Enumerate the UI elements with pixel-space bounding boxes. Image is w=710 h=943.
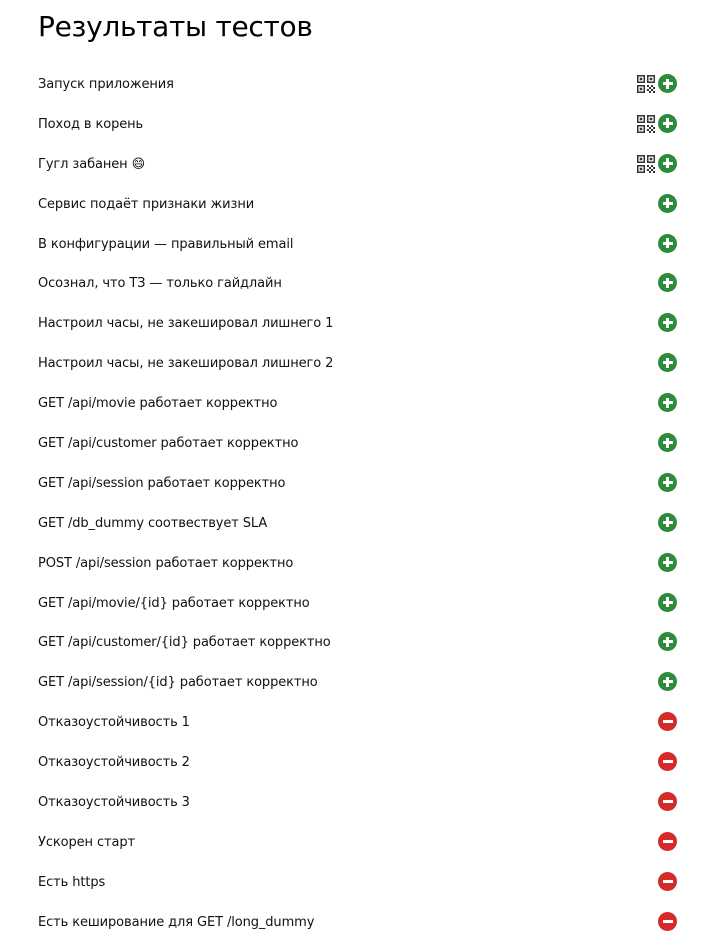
plus-circle-icon[interactable] xyxy=(658,512,677,532)
test-name: GET /api/movie/{id} работает корректно xyxy=(38,595,310,611)
test-name: GET /api/session/{id} работает корректно xyxy=(38,675,318,691)
test-row-15: GET /api/customer/{id} работает корректн… xyxy=(0,623,710,663)
qr-code-icon[interactable] xyxy=(637,75,655,93)
qr-code-icon[interactable] xyxy=(637,154,655,173)
plus-circle-icon[interactable] xyxy=(658,552,677,572)
test-name: GET /db_dummy соотвествует SLA xyxy=(38,515,268,531)
plus-circle-icon[interactable] xyxy=(658,472,677,492)
plus-circle-icon[interactable] xyxy=(658,193,677,213)
test-row-9: GET /api/movie работает корректно xyxy=(0,384,710,424)
test-name: В конфигурации — правильный email xyxy=(38,236,294,252)
minus-circle-icon[interactable] xyxy=(658,712,677,732)
test-name: GET /api/session работает корректно xyxy=(38,475,286,491)
test-row-16: GET /api/session/{id} работает корректно xyxy=(0,663,710,703)
test-row-12: GET /db_dummy соотвествует SLA xyxy=(0,504,710,544)
minus-circle-icon[interactable] xyxy=(658,911,677,931)
test-name: GET /api/customer работает корректно xyxy=(38,436,299,452)
test-row-1: Запуск приложения xyxy=(0,65,710,105)
test-name: Настроил часы, не закешировал лишнего 1 xyxy=(38,316,334,332)
test-name: Гугл забанен 😄 xyxy=(38,156,146,172)
test-name: Отказоустойчивость 2 xyxy=(38,755,190,771)
test-row-18: Отказоустойчивость 2 xyxy=(0,743,710,783)
test-row-4: Сервис подаёт признаки жизни xyxy=(0,185,710,225)
test-name: POST /api/session работает корректно xyxy=(38,555,294,571)
plus-circle-icon[interactable] xyxy=(658,393,677,413)
test-list: Запуск приложения Поход в корень Гугл за… xyxy=(0,65,710,943)
minus-circle-icon[interactable] xyxy=(658,752,677,772)
plus-circle-icon[interactable] xyxy=(658,74,677,93)
test-row-21: Есть https xyxy=(0,863,710,903)
test-row-7: Настроил часы, не закешировал лишнего 1 xyxy=(0,304,710,344)
test-name: Отказоустойчивость 1 xyxy=(38,715,190,731)
test-name: Сервис подаёт признаки жизни xyxy=(38,196,255,212)
test-row-8: Настроил часы, не закешировал лишнего 2 xyxy=(0,344,710,384)
test-row-2: Поход в корень xyxy=(0,105,710,145)
page-title: Результаты тестов xyxy=(38,10,313,43)
test-name: Настроил часы, не закешировал лишнего 2 xyxy=(38,356,334,372)
test-row-6: Осознал, что ТЗ — только гайдлайн xyxy=(0,264,710,304)
plus-circle-icon[interactable] xyxy=(658,273,677,293)
test-name: GET /api/movie работает корректно xyxy=(38,396,278,412)
plus-circle-icon[interactable] xyxy=(658,153,677,173)
plus-circle-icon[interactable] xyxy=(658,313,677,333)
plus-circle-icon[interactable] xyxy=(658,672,677,692)
plus-circle-icon[interactable] xyxy=(658,113,677,133)
test-row-19: Отказоустойчивость 3 xyxy=(0,783,710,823)
test-row-14: GET /api/movie/{id} работает корректно xyxy=(0,584,710,624)
plus-circle-icon[interactable] xyxy=(658,433,677,453)
test-name: Отказоустойчивость 3 xyxy=(38,795,190,811)
minus-circle-icon[interactable] xyxy=(658,831,677,851)
test-row-22: Есть кеширование для GET /long_dummy xyxy=(0,903,710,943)
minus-circle-icon[interactable] xyxy=(658,792,677,812)
plus-circle-icon[interactable] xyxy=(658,592,677,612)
test-row-17: Отказоустойчивость 1 xyxy=(0,703,710,743)
test-name: GET /api/customer/{id} работает корректн… xyxy=(38,635,331,651)
minus-circle-icon[interactable] xyxy=(658,871,677,891)
test-row-13: POST /api/session работает корректно xyxy=(0,544,710,584)
test-row-20: Ускорен старт xyxy=(0,823,710,863)
test-row-11: GET /api/session работает корректно xyxy=(0,464,710,504)
test-name: Запуск приложения xyxy=(38,77,174,92)
test-name: Осознал, что ТЗ — только гайдлайн xyxy=(38,276,282,292)
test-row-10: GET /api/customer работает корректно xyxy=(0,424,710,464)
test-results-page: Результаты тестов Запуск приложения Похо… xyxy=(0,0,710,938)
plus-circle-icon[interactable] xyxy=(658,353,677,373)
test-name: Поход в корень xyxy=(38,116,144,132)
test-row-3: Гугл забанен 😄 xyxy=(0,145,710,185)
test-name: Есть кеширование для GET /long_dummy xyxy=(38,914,315,930)
test-name: Есть https xyxy=(38,874,106,890)
test-row-5: В конфигурации — правильный email xyxy=(0,225,710,265)
test-name: Ускорен старт xyxy=(38,834,135,850)
qr-code-icon[interactable] xyxy=(637,114,655,133)
plus-circle-icon[interactable] xyxy=(658,233,677,253)
plus-circle-icon[interactable] xyxy=(658,632,677,652)
